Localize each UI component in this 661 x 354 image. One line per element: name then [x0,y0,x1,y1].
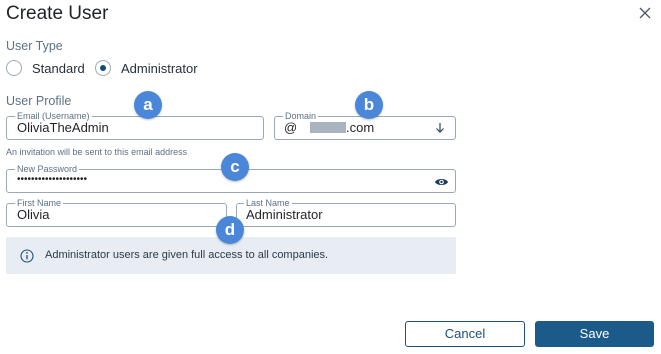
callout-b: b [355,91,383,119]
cancel-button[interactable]: Cancel [405,321,525,347]
callout-c: c [221,153,249,181]
user-type-label: User Type [6,39,63,53]
eye-icon [435,179,448,185]
email-helper-text: An invitation will be sent to this email… [6,147,188,157]
callout-a: a [134,91,162,119]
show-password-button[interactable] [434,175,449,187]
domain-redacted [310,122,346,133]
close-button[interactable] [636,4,654,22]
radio-standard-label[interactable]: Standard [32,61,85,77]
radio-administrator[interactable] [95,60,111,76]
close-icon [639,7,651,19]
domain-suffix: .com [346,120,375,135]
password-field-value[interactable]: •••••••••••••••••••• [17,172,87,188]
callout-d: d [216,216,244,244]
info-icon [20,249,34,263]
dialog-title: Create User [6,3,109,24]
user-profile-label: User Profile [6,94,72,108]
info-text: Administrator users are given full acces… [45,249,329,261]
save-button[interactable]: Save [535,321,654,347]
email-field-value[interactable]: OliviaTheAdmin [17,120,109,136]
first-name-field-value[interactable]: Olivia [17,207,50,223]
domain-prefix: @ [284,120,298,135]
domain-dropdown-button[interactable] [433,121,447,135]
arrow-down-icon [436,123,444,133]
radio-administrator-label[interactable]: Administrator [121,61,198,77]
radio-standard[interactable] [6,60,22,76]
last-name-field-value[interactable]: Administrator [246,207,323,223]
